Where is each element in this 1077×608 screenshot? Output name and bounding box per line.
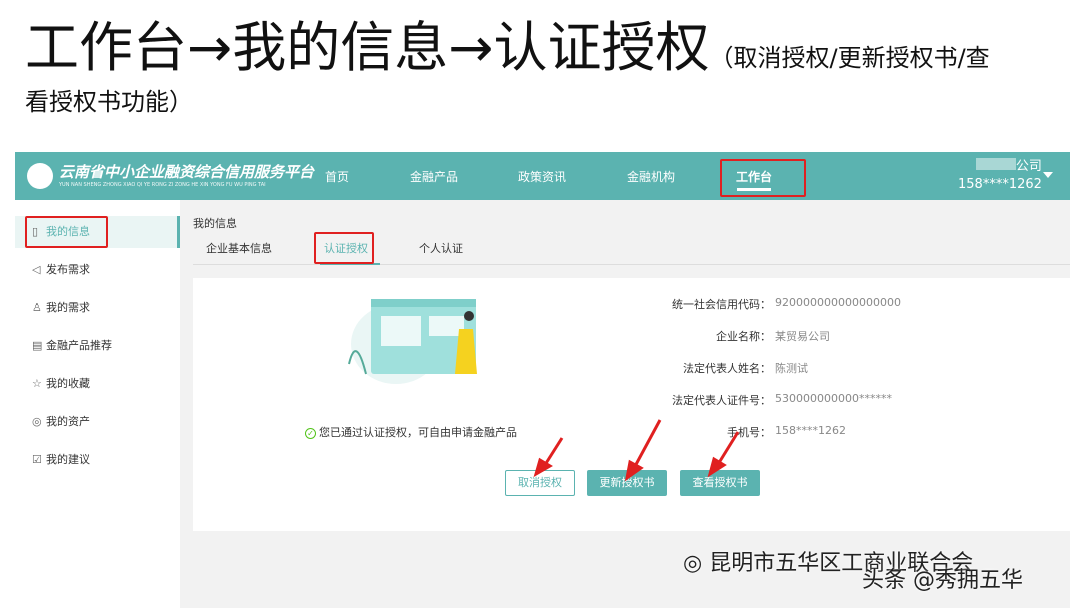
watermark-toutiao: 头条 @秀拥五华 [862, 562, 1023, 594]
annotation-arrows [0, 0, 1077, 608]
